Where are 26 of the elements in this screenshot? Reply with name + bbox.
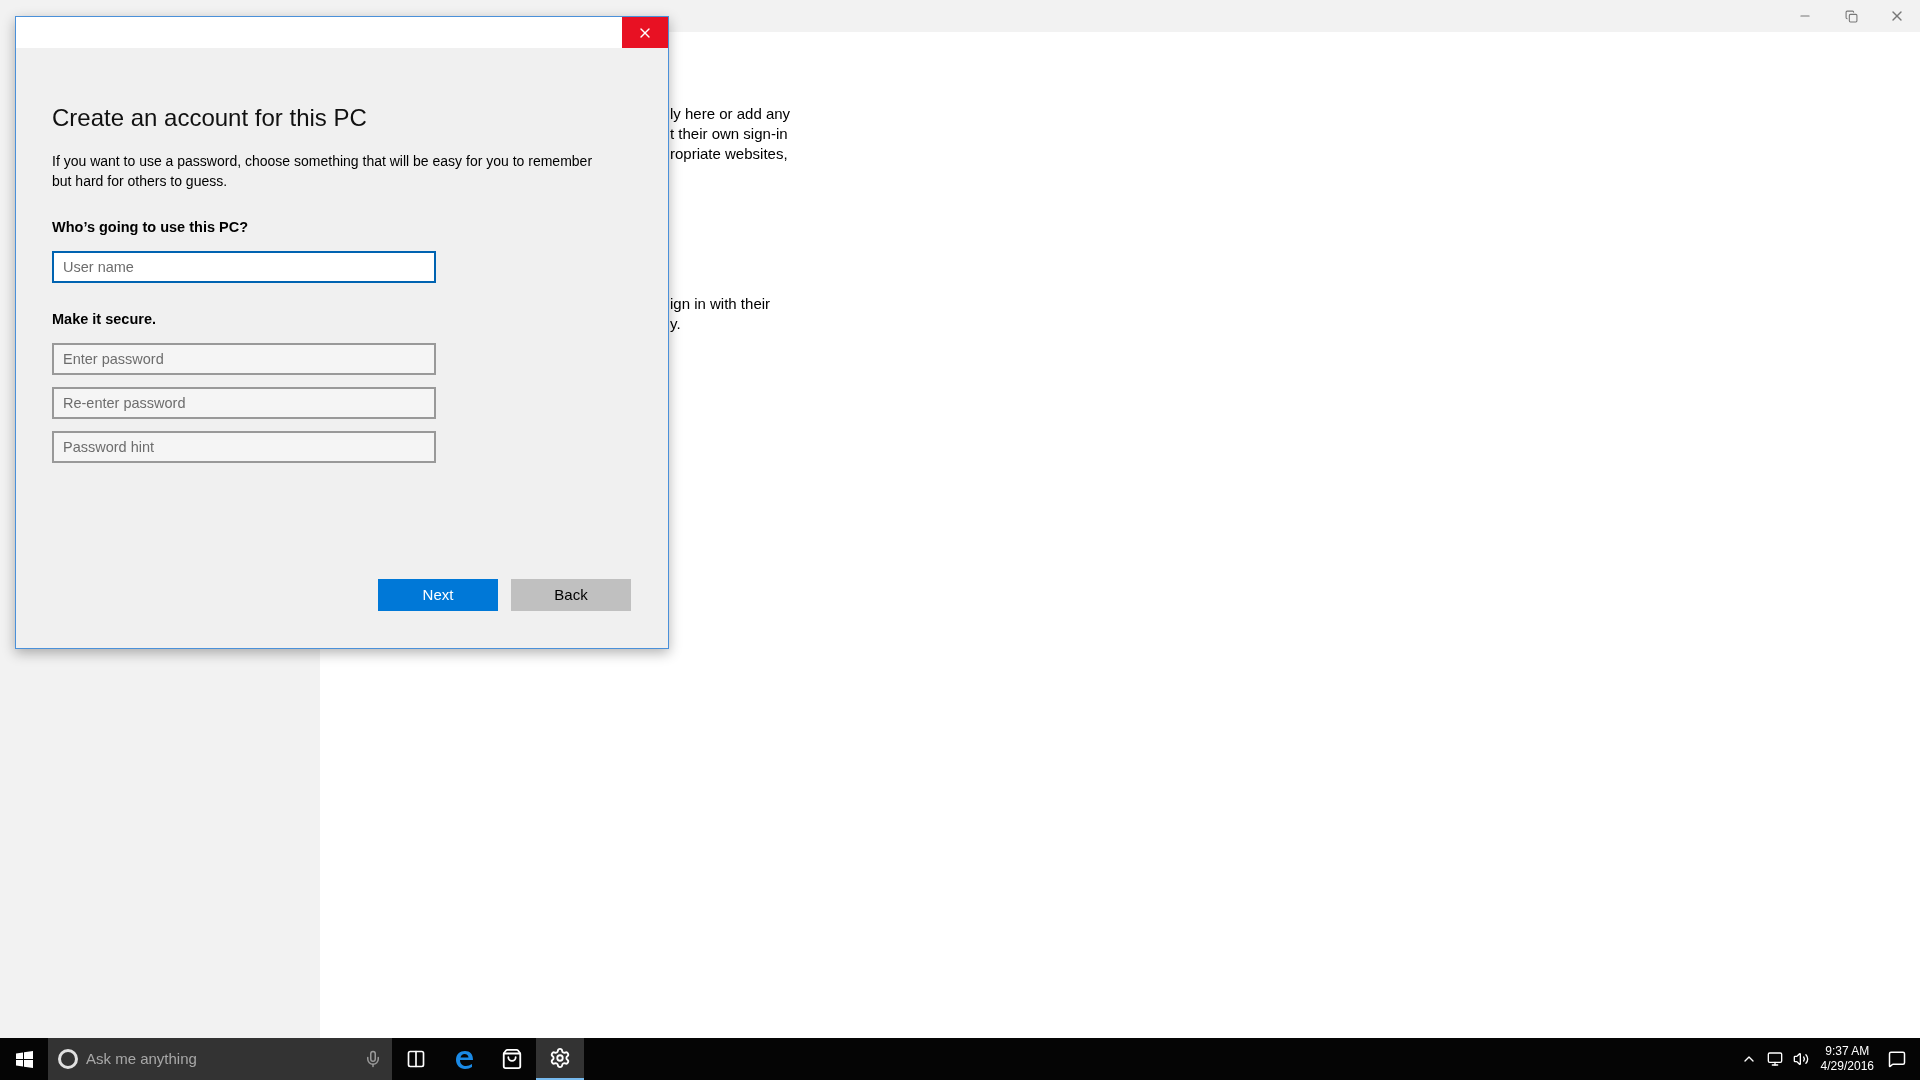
dialog-title: Create an account for this PC <box>52 103 368 133</box>
volume-icon[interactable] <box>1792 1051 1809 1067</box>
shopping-bag-icon <box>501 1048 523 1070</box>
back-button[interactable]: Back <box>511 579 631 611</box>
browser-icon <box>453 1048 475 1070</box>
next-button[interactable]: Next <box>378 579 498 611</box>
text-field[interactable]: User name <box>52 250 436 283</box>
notification-icon[interactable] <box>1888 1050 1906 1068</box>
text-field[interactable]: Password hint <box>52 430 436 463</box>
search-box[interactable]: Ask me anything <box>48 1038 392 1080</box>
taskbar-app[interactable] <box>536 1038 584 1080</box>
body-text: ly here or add any t their own sign-in ropriate websites, <box>670 104 792 164</box>
text-field[interactable]: Re-enter password <box>52 386 436 419</box>
network-icon[interactable] <box>1766 1051 1783 1067</box>
body-text: ign in with their y. <box>670 294 772 334</box>
section-label: Make it secure. <box>52 309 157 329</box>
task-view-icon <box>406 1049 426 1069</box>
clock[interactable]: 9:37 AM 4/29/2016 <box>1820 1044 1874 1074</box>
dialog-description: If you want to use a password, choose something that will be easy for you to remember but hard for others to guess. <box>52 152 594 191</box>
windows-logo-icon <box>15 1050 33 1068</box>
restore-icon <box>1844 9 1858 23</box>
microphone-icon <box>364 1050 382 1068</box>
gear-icon <box>549 1047 571 1069</box>
section-label: Who’s going to use this PC? <box>52 218 249 237</box>
text-field[interactable]: Enter password <box>52 342 436 375</box>
search-placeholder: Ask me anything <box>86 1048 198 1069</box>
